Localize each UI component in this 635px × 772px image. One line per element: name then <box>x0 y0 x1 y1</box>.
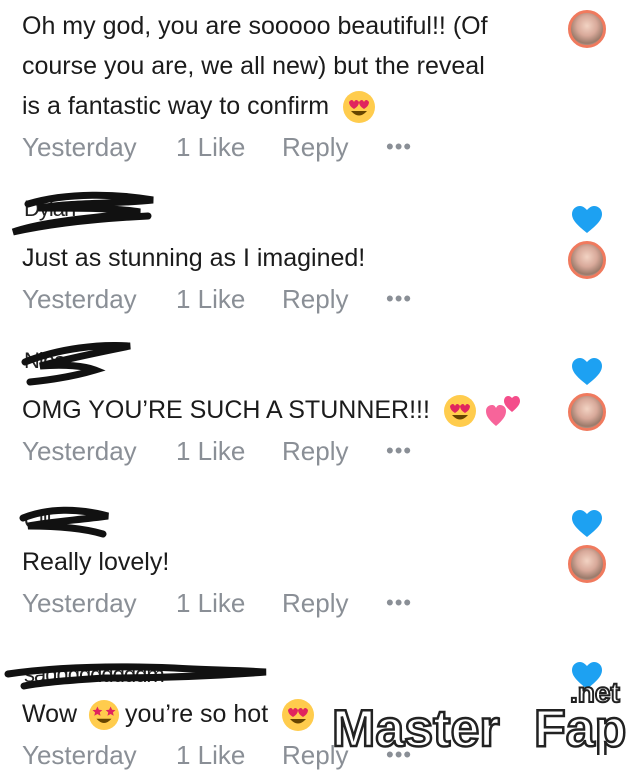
avatar[interactable] <box>568 545 606 583</box>
avatar[interactable] <box>568 241 606 279</box>
comment-text: Just as stunning as I imagined! <box>22 244 366 272</box>
comment-text: OMG YOU’RE SUCH A STUNNER!!! <box>22 390 562 430</box>
heart-icon[interactable] <box>572 510 602 538</box>
heart-eyes-emoji <box>282 699 315 732</box>
comment-meta: Yesterday 1 Like Reply ••• <box>22 282 412 316</box>
comment-meta: Yesterday 1 Like Reply ••• <box>22 130 412 164</box>
more-options-icon[interactable]: ••• <box>386 438 412 464</box>
reply-button[interactable]: Reply <box>282 436 386 467</box>
comment-text: Oh my god, you are sooooo beautiful!! (O… <box>22 6 562 126</box>
comment-line: Oh my god, you are sooooo beautiful!! (O… <box>22 12 488 40</box>
author-name-redacted[interactable]: Dylan <box>11 191 182 236</box>
avatar[interactable] <box>568 393 606 431</box>
timestamp: Yesterday <box>22 739 137 770</box>
heart-eyes-emoji <box>343 91 376 124</box>
reply-button[interactable]: Reply <box>282 284 386 315</box>
more-options-icon[interactable]: ••• <box>386 286 412 312</box>
watermark-brand-right: Fap <box>534 700 626 755</box>
two-hearts-emoji <box>485 396 520 427</box>
redaction-scribble <box>4 663 267 690</box>
timestamp: Yesterday <box>22 131 137 162</box>
like-count[interactable]: 1 Like <box>176 740 282 771</box>
heart-icon[interactable] <box>572 358 602 386</box>
comment-meta: Yesterday 1 Like Reply ••• <box>22 434 412 468</box>
watermark-tld: .net <box>570 677 620 708</box>
like-count[interactable]: 1 Like <box>176 588 282 619</box>
star-struck-emoji <box>89 700 120 731</box>
author-name-redacted[interactable]: Cill <box>19 506 182 538</box>
comment-meta: Yesterday 1 Like Reply ••• <box>22 586 412 620</box>
redaction-scribble <box>11 191 154 236</box>
comment-text: Really lovely! <box>22 548 170 576</box>
author-name-redacted[interactable]: sadddddddddm <box>4 660 292 690</box>
reply-button[interactable]: Reply <box>282 588 386 619</box>
more-options-icon[interactable]: ••• <box>386 134 412 160</box>
watermark-brand-left: Master <box>332 700 500 755</box>
heart-icon[interactable] <box>572 206 602 234</box>
more-options-icon[interactable]: ••• <box>386 590 412 616</box>
timestamp: Yesterday <box>22 587 137 618</box>
like-count[interactable]: 1 Like <box>176 436 282 467</box>
redaction-scribble <box>21 342 131 386</box>
reply-button[interactable]: Reply <box>282 132 386 163</box>
timestamp: Yesterday <box>22 283 137 314</box>
timestamp: Yesterday <box>22 435 137 466</box>
comment-line: course you are, we all new) but the reve… <box>22 52 485 80</box>
redaction-scribble <box>19 506 109 538</box>
avatar[interactable] <box>568 10 606 48</box>
comment-line-with-emoji: is a fantastic way to confirm <box>22 86 562 126</box>
like-count[interactable]: 1 Like <box>176 132 282 163</box>
heart-eyes-emoji <box>443 395 476 428</box>
like-count[interactable]: 1 Like <box>176 284 282 315</box>
watermark: Master Fap .net <box>332 676 628 755</box>
author-name-redacted[interactable]: Nina <box>21 342 182 386</box>
